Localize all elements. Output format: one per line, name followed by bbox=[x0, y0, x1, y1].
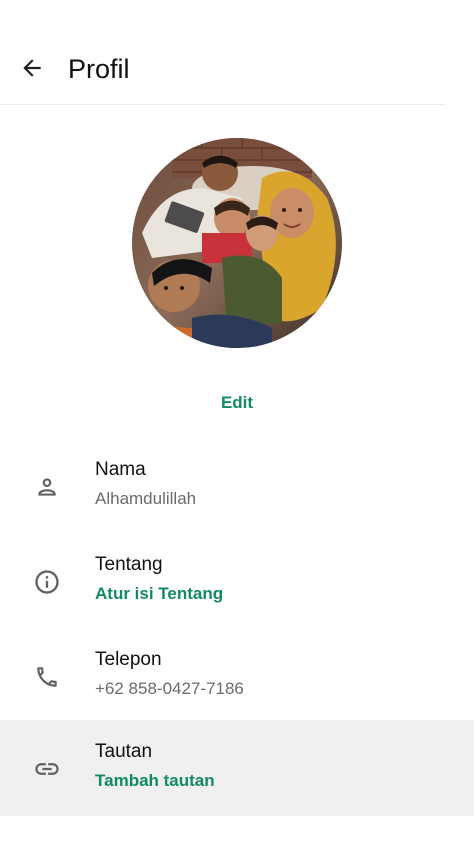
arrow-left-icon bbox=[23, 59, 41, 77]
back-button[interactable] bbox=[14, 50, 50, 86]
row-link[interactable]: Tautan Tambah tautan bbox=[0, 720, 474, 816]
row-name[interactable]: Nama Alhamdulillah bbox=[0, 438, 474, 534]
about-label: Tentang bbox=[95, 554, 163, 575]
phone-value: +62 858-0427-7186 bbox=[95, 679, 244, 698]
profile-photo-image bbox=[132, 138, 342, 348]
edit-photo-link[interactable]: Edit bbox=[0, 392, 474, 414]
about-value[interactable]: Atur isi Tentang bbox=[95, 583, 223, 605]
page-title: Profil bbox=[68, 54, 130, 84]
phone-label: Telepon bbox=[95, 649, 162, 670]
name-label: Nama bbox=[95, 459, 146, 480]
profile-photo[interactable] bbox=[132, 138, 342, 348]
link-icon bbox=[32, 754, 62, 784]
person-icon bbox=[32, 472, 62, 502]
link-label: Tautan bbox=[95, 741, 153, 762]
profile-screen: Profil Edit Nama Alhamdulillah Tentang A… bbox=[0, 0, 474, 842]
info-icon bbox=[32, 567, 62, 597]
row-phone[interactable]: Telepon +62 858-0427-7186 bbox=[0, 628, 474, 724]
row-about[interactable]: Tentang Atur isi Tentang bbox=[0, 533, 474, 629]
name-value: Alhamdulillah bbox=[95, 489, 197, 508]
app-bar: Profil bbox=[0, 0, 446, 105]
link-value[interactable]: Tambah tautan bbox=[95, 770, 215, 792]
phone-icon bbox=[32, 662, 62, 692]
